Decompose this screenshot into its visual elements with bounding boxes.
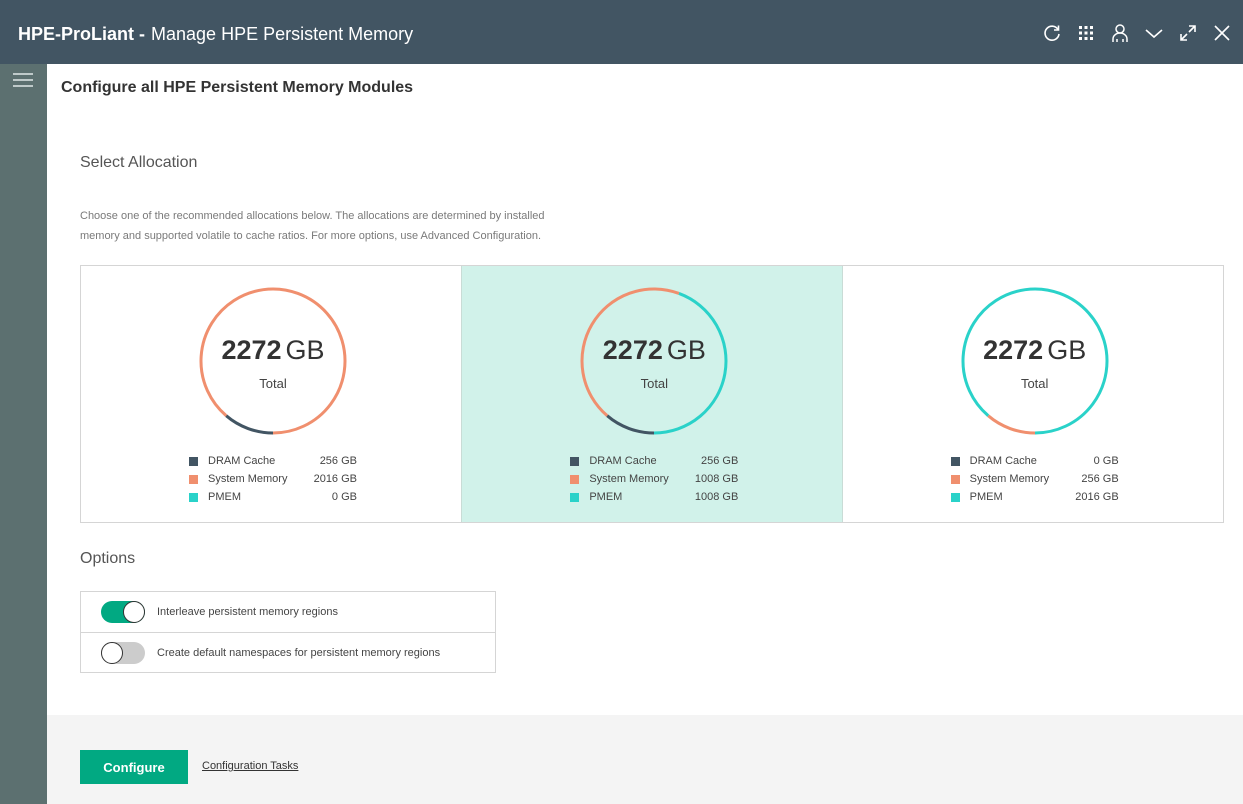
legend-value: 1008 GB: [694, 491, 739, 503]
sidebar: [0, 64, 47, 804]
legend-label: DRAM Cache: [208, 455, 276, 467]
configure-button[interactable]: Configure: [80, 750, 188, 784]
legend-label: DRAM Cache: [969, 455, 1037, 467]
allocation-description-line-2: memory and supported volatile to cache r…: [80, 230, 542, 242]
system-memory-swatch: [950, 474, 960, 484]
configuration-tasks-link[interactable]: Configuration Tasks: [202, 760, 298, 772]
total-capacity: 2272 GB: [198, 335, 348, 366]
footer-bar: Configure Configuration Tasks: [47, 715, 1243, 804]
total-value: 2272: [602, 335, 663, 365]
expand-icon[interactable]: [1177, 22, 1199, 44]
legend-2: DRAM Cache 256 GB System Memory 1008 GB PM…: [570, 452, 738, 506]
donut-center-2: 2272 GB Total: [579, 335, 729, 391]
title-bar: HPE-ProLiant - Manage HPE Persistent Memo…: [0, 0, 1243, 64]
legend-value: 256 GB: [319, 455, 357, 467]
options-heading: Options: [80, 550, 136, 567]
legend-label: System Memory: [969, 473, 1050, 485]
legend-item-dram-cache: DRAM Cache 0 GB: [950, 452, 1119, 470]
dram-cache-segment: [225, 414, 274, 435]
legend-value: 2016 GB: [1075, 491, 1119, 503]
refresh-icon[interactable]: [1041, 22, 1063, 44]
dram-cache-segment: [606, 414, 655, 435]
donut-center-3: 2272 GB Total: [960, 335, 1110, 391]
legend-label: System Memory: [208, 473, 288, 485]
legend-item-pmem: PMEM 1008 GB: [570, 488, 738, 506]
total-label: Total: [640, 376, 669, 391]
allocation-description-line-1: Choose one of the recommended allocation…: [80, 210, 545, 222]
system-memory-segment: [986, 414, 1035, 435]
menu-icon[interactable]: [11, 70, 35, 90]
allocation-card-1[interactable]: 2272 GB Total DRAM Cache 256 GB System Mem…: [81, 266, 461, 522]
page-title: Configure all HPE Persistent Memory Modu…: [61, 79, 414, 96]
total-unit: GB: [1047, 335, 1087, 365]
apps-grid-icon[interactable]: [1075, 22, 1097, 44]
header-toolbar: [1029, 22, 1233, 44]
legend-1: DRAM Cache 256 GB System Memory 2016 GB PM…: [189, 452, 357, 506]
legend-value: 256 GB: [701, 455, 739, 467]
legend-value: 2016 GB: [313, 473, 357, 485]
donut-center-1: 2272 GB Total: [198, 335, 348, 391]
namespaces-toggle[interactable]: [101, 641, 145, 664]
legend-label: System Memory: [589, 473, 669, 485]
legend-label: PMEM: [589, 491, 623, 503]
total-capacity: 2272 GB: [579, 335, 729, 366]
window-title: HPE-ProLiant - Manage HPE Persistent Memo…: [18, 24, 413, 45]
app-title: Manage HPE Persistent Memory: [151, 24, 414, 44]
legend-item-pmem: PMEM 0 GB: [189, 488, 357, 506]
allocation-card-2-selected[interactable]: 2272 GB Total DRAM Cache 256 GB System Mem…: [461, 266, 843, 522]
allocation-card-3[interactable]: 2272 GB Total DRAM Cache 0 GB System Memor…: [843, 266, 1223, 522]
option-label: Create default namespaces for persistent…: [157, 646, 441, 659]
system-memory-swatch: [189, 474, 198, 484]
legend-3: DRAM Cache 0 GB System Memory 256 GB PMEM 2…: [950, 452, 1119, 506]
brand-name: HPE-ProLiant -: [18, 24, 146, 44]
pmem-swatch: [570, 492, 580, 502]
legend-value: 256 GB: [1081, 473, 1119, 485]
legend-item-system-memory: System Memory 2016 GB: [189, 470, 357, 488]
total-unit: GB: [666, 335, 706, 365]
legend-item-dram-cache: DRAM Cache 256 GB: [189, 452, 357, 470]
option-default-namespaces: Create default namespaces for persistent…: [81, 632, 495, 672]
dram-cache-swatch: [189, 456, 198, 466]
allocation-description: Choose one of the recommended allocation…: [80, 206, 600, 246]
total-value: 2272: [221, 335, 282, 365]
pmem-swatch: [950, 492, 960, 502]
dram-cache-swatch: [950, 456, 960, 466]
legend-value: 0 GB: [1093, 455, 1119, 467]
allocation-options: 2272 GB Total DRAM Cache 256 GB System Mem…: [80, 265, 1224, 523]
toggle-knob: [101, 641, 123, 664]
option-interleave: Interleave persistent memory regions: [81, 592, 495, 632]
interleave-toggle[interactable]: [101, 601, 145, 623]
legend-item-dram-cache: DRAM Cache 256 GB: [570, 452, 738, 470]
legend-item-pmem: PMEM 2016 GB: [950, 488, 1119, 506]
options-list: Interleave persistent memory regions Cre…: [80, 591, 496, 673]
toggle-knob: [123, 601, 145, 623]
legend-label: PMEM: [969, 491, 1003, 503]
option-label: Interleave persistent memory regions: [157, 606, 338, 618]
user-icon[interactable]: [1109, 22, 1131, 44]
legend-label: DRAM Cache: [589, 455, 657, 467]
total-value: 2272: [983, 335, 1044, 365]
chevron-down-icon[interactable]: [1143, 22, 1165, 44]
legend-item-system-memory: System Memory 256 GB: [950, 470, 1119, 488]
legend-item-system-memory: System Memory 1008 GB: [570, 470, 738, 488]
total-capacity: 2272 GB: [960, 335, 1110, 366]
legend-label: PMEM: [208, 491, 241, 503]
select-allocation-heading: Select Allocation: [80, 154, 198, 171]
legend-value: 1008 GB: [694, 473, 739, 485]
legend-value: 0 GB: [331, 491, 357, 503]
system-memory-swatch: [570, 474, 580, 484]
pmem-swatch: [189, 492, 198, 502]
dram-cache-swatch: [570, 456, 580, 466]
total-label: Total: [259, 376, 287, 391]
total-label: Total: [1020, 376, 1049, 391]
total-unit: GB: [285, 335, 325, 365]
close-icon[interactable]: [1211, 22, 1233, 44]
